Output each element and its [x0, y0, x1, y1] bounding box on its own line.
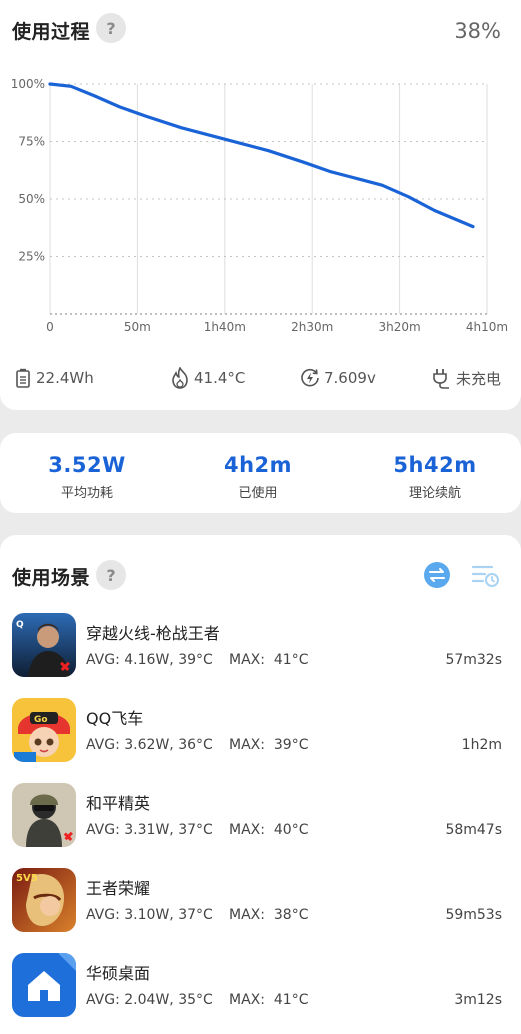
chart-x-tick-label: 2h30m [291, 320, 333, 334]
app-name: 穿越火线-枪战王者 [86, 624, 220, 643]
app-name: QQ飞车 [86, 709, 144, 728]
app-duration: 58m47s [445, 822, 502, 838]
app-item-honor-of-kings[interactable]: 5V5 王者荣耀 AVG: 3.10W, 37°C MAX: 38°C 59m5… [0, 868, 521, 953]
swap-sort-button[interactable] [422, 560, 452, 590]
app-duration: 59m53s [445, 907, 502, 923]
charging-status: 未充电 [456, 369, 502, 388]
avg-power-label: 平均功耗 [60, 486, 113, 501]
app-duration: 3m12s [454, 992, 502, 1008]
app-item-qqspeed[interactable]: Go QQ飞车 AVG: 3.62W, 36°C MAX: 39°C 1h2m [0, 698, 521, 783]
app-max: MAX: 41°C [229, 652, 309, 668]
cf-game-icon: Q [12, 613, 76, 677]
time-sort-button[interactable] [470, 560, 500, 590]
battery-percent: 38% [454, 19, 501, 43]
app-avg: AVG: 4.16W, 39°C [86, 652, 213, 668]
chart-x-tick-label: 4h10m [466, 320, 508, 334]
used-time-value: 4h2m [223, 453, 293, 477]
stats-card: 3.52W 平均功耗 4h2m 已使用 5h42m 理论续航 [0, 433, 521, 513]
avg-power-stat: 3.52W 平均功耗 [0, 433, 174, 501]
app-duration: 1h2m [461, 737, 502, 753]
app-max: MAX: 38°C [229, 907, 309, 923]
chart-battery-line [48, 82, 475, 229]
svg-text:Go: Go [34, 715, 48, 725]
temperature-info: 41.4°C [170, 366, 245, 390]
charging-info: 未充电 [430, 366, 501, 390]
estimated-runtime-label: 理论续航 [408, 486, 461, 501]
chart-x-tick-label: 3h20m [378, 320, 420, 334]
chart-y-tick-label: 25% [18, 250, 45, 264]
app-max: MAX: 39°C [229, 737, 309, 753]
capacity-value: 22.4Wh [36, 369, 94, 387]
scenes-card: 使用场景 ? Q 穿越火线-枪战王者 AVG: 4.16W, 39°C MAX:… [0, 535, 521, 1034]
usage-help-icon[interactable]: ? [96, 13, 126, 43]
battery-chart: 0 50m 1h40m 2h30m 3h20m 4h10m 100% 75% 50% 25% [11, 77, 508, 334]
usage-card: 使用过程 ? 38% 0 50m 1h40m 2h30m 3h20m 4h10m 100% 7… [0, 0, 521, 410]
swap-icon [424, 562, 450, 588]
app-max: MAX: 41°C [229, 992, 309, 1008]
app-duration: 57m32s [445, 652, 502, 668]
peace-elite-icon [12, 783, 76, 847]
voltage-info: 7.609v [300, 366, 376, 390]
battery-icon [14, 368, 32, 388]
scenes-help-icon[interactable]: ? [96, 560, 126, 590]
usage-title: 使用过程 [12, 21, 91, 43]
app-item-peace-elite[interactable]: 和平精英 AVG: 3.31W, 37°C MAX: 40°C 58m47s [0, 783, 521, 868]
app-avg: AVG: 3.62W, 36°C [86, 737, 213, 753]
chart-x-tick-label: 0 [46, 320, 54, 334]
chart-x-tick-label: 1h40m [204, 320, 246, 334]
chart-y-tick-label: 100% [11, 77, 45, 91]
used-time-label: 已使用 [238, 486, 278, 501]
honor-of-kings-icon: 5V5 [12, 868, 76, 932]
list-clock-icon [471, 565, 499, 587]
asus-launcher-icon [12, 953, 76, 1017]
app-item-asus-launcher[interactable]: 华硕桌面 AVG: 2.04W, 35°C MAX: 41°C 3m12s [0, 953, 521, 1034]
voltage-icon [300, 368, 320, 388]
app-name: 王者荣耀 [86, 879, 151, 898]
estimated-runtime-value: 5h42m [393, 453, 477, 477]
temperature-value: 41.4°C [194, 369, 246, 387]
chart-x-tick-label: 50m [124, 320, 151, 334]
scenes-title: 使用场景 [12, 567, 91, 589]
capacity-info: 22.4Wh [14, 366, 94, 390]
chart-y-tick-label: 75% [18, 135, 45, 149]
app-name: 和平精英 [86, 794, 151, 813]
app-item-cf[interactable]: Q 穿越火线-枪战王者 AVG: 4.16W, 39°C MAX: 41°C 5… [0, 613, 521, 698]
estimated-runtime-stat: 5h42m 理论续航 [348, 433, 521, 501]
app-avg: AVG: 3.10W, 37°C [86, 907, 213, 923]
voltage-value: 7.609v [324, 369, 376, 387]
app-avg: AVG: 3.31W, 37°C [86, 822, 213, 838]
avg-power-value: 3.52W [48, 453, 126, 477]
qq-speed-icon: Go [12, 698, 76, 762]
plug-icon [430, 367, 452, 389]
app-name: 华硕桌面 [86, 964, 151, 983]
used-time-stat: 4h2m 已使用 [171, 433, 345, 501]
svg-text:5V5: 5V5 [16, 873, 38, 884]
flame-icon [170, 367, 190, 389]
app-max: MAX: 40°C [229, 822, 309, 838]
app-avg: AVG: 2.04W, 35°C [86, 992, 213, 1008]
svg-text:Q: Q [16, 620, 24, 630]
chart-y-tick-label: 50% [18, 192, 45, 206]
